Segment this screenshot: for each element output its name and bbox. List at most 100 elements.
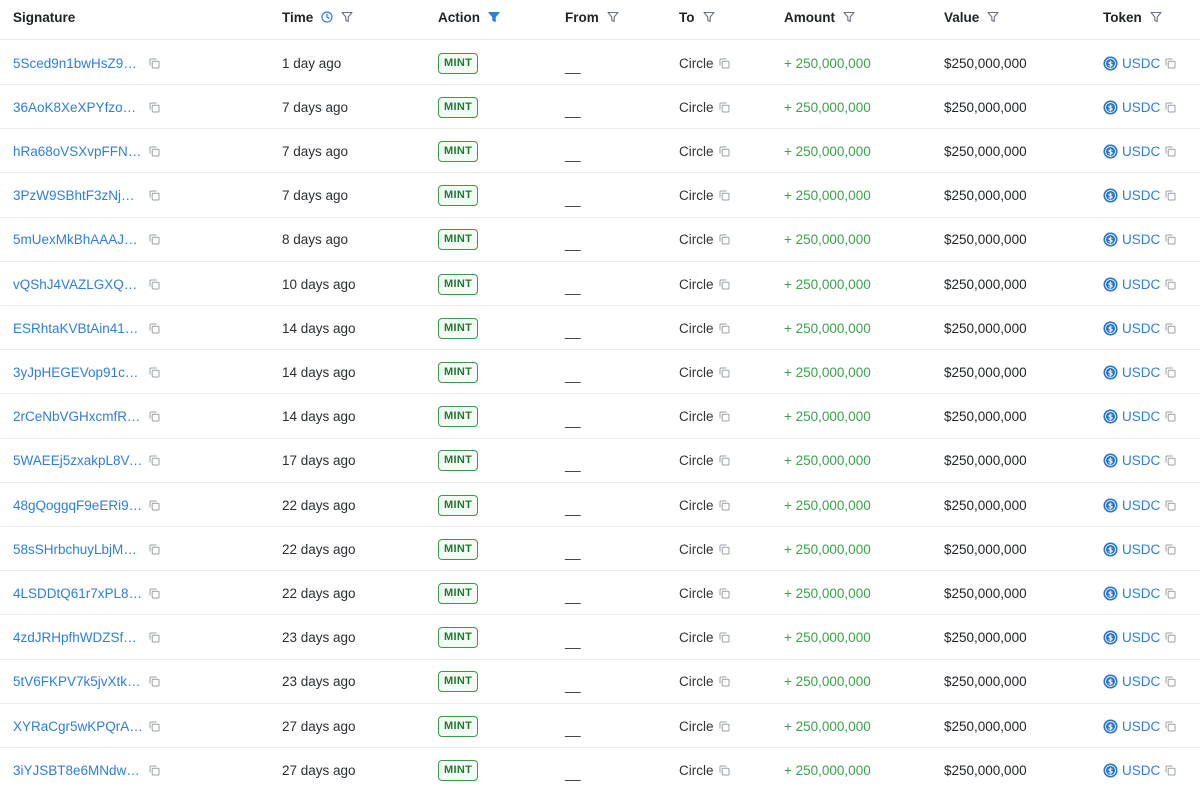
column-header-from[interactable]: From: [565, 0, 619, 34]
token-link[interactable]: USDC: [1122, 277, 1160, 292]
copy-icon[interactable]: [1165, 500, 1176, 511]
copy-icon[interactable]: [719, 632, 730, 643]
token-link[interactable]: USDC: [1122, 321, 1160, 336]
filter-icon[interactable]: [341, 11, 353, 23]
column-header-action[interactable]: Action: [438, 0, 500, 34]
token-link[interactable]: USDC: [1122, 674, 1160, 689]
token-link[interactable]: USDC: [1122, 365, 1160, 380]
column-header-time[interactable]: Time: [282, 0, 353, 34]
copy-icon[interactable]: [149, 58, 160, 69]
copy-icon[interactable]: [1165, 234, 1176, 245]
to-account[interactable]: Circle: [679, 453, 714, 468]
signature-link[interactable]: 3PzW9SBhtF3zNjwN…: [13, 188, 144, 203]
copy-icon[interactable]: [149, 367, 160, 378]
copy-icon[interactable]: [719, 411, 730, 422]
copy-icon[interactable]: [149, 234, 160, 245]
token-link[interactable]: USDC: [1122, 719, 1160, 734]
copy-icon[interactable]: [1165, 765, 1176, 776]
to-account[interactable]: Circle: [679, 674, 714, 689]
copy-icon[interactable]: [149, 632, 160, 643]
signature-link[interactable]: 4LSDDtQ61r7xPL8D…: [13, 586, 144, 601]
copy-icon[interactable]: [1165, 279, 1176, 290]
filter-icon[interactable]: [987, 11, 999, 23]
signature-link[interactable]: 5mUexMkBhAAAJqH…: [13, 232, 144, 247]
copy-icon[interactable]: [719, 721, 730, 732]
copy-icon[interactable]: [149, 190, 160, 201]
to-account[interactable]: Circle: [679, 188, 714, 203]
signature-link[interactable]: 5WAEEj5zxakpL8VeZ…: [13, 453, 144, 468]
copy-icon[interactable]: [719, 500, 730, 511]
token-link[interactable]: USDC: [1122, 498, 1160, 513]
copy-icon[interactable]: [719, 588, 730, 599]
to-account[interactable]: Circle: [679, 586, 714, 601]
copy-icon[interactable]: [1165, 676, 1176, 687]
to-account[interactable]: Circle: [679, 542, 714, 557]
signature-link[interactable]: vQShJ4VAZLGXQ8Z…: [13, 277, 144, 292]
signature-link[interactable]: 3yJpHEGEVop91cb2…: [13, 365, 144, 380]
filter-icon[interactable]: [607, 11, 619, 23]
copy-icon[interactable]: [719, 146, 730, 157]
to-account[interactable]: Circle: [679, 321, 714, 336]
copy-icon[interactable]: [149, 455, 160, 466]
copy-icon[interactable]: [1165, 102, 1176, 113]
clock-icon[interactable]: [321, 11, 333, 23]
filter-icon[interactable]: [1150, 11, 1162, 23]
copy-icon[interactable]: [1165, 323, 1176, 334]
column-header-to[interactable]: To: [679, 0, 715, 34]
copy-icon[interactable]: [149, 323, 160, 334]
signature-link[interactable]: 36AoK8XeXPYfzoQQ…: [13, 100, 144, 115]
copy-icon[interactable]: [149, 676, 160, 687]
token-link[interactable]: USDC: [1122, 188, 1160, 203]
to-account[interactable]: Circle: [679, 277, 714, 292]
copy-icon[interactable]: [1165, 367, 1176, 378]
signature-link[interactable]: hRa68oVSXvpFFNSx…: [13, 144, 144, 159]
to-account[interactable]: Circle: [679, 409, 714, 424]
filter-icon[interactable]: [702, 11, 715, 23]
token-link[interactable]: USDC: [1122, 232, 1160, 247]
copy-icon[interactable]: [719, 190, 730, 201]
copy-icon[interactable]: [1165, 58, 1176, 69]
copy-icon[interactable]: [1165, 588, 1176, 599]
copy-icon[interactable]: [149, 544, 160, 555]
to-account[interactable]: Circle: [679, 144, 714, 159]
token-link[interactable]: USDC: [1122, 144, 1160, 159]
to-account[interactable]: Circle: [679, 719, 714, 734]
copy-icon[interactable]: [149, 500, 160, 511]
copy-icon[interactable]: [1165, 455, 1176, 466]
copy-icon[interactable]: [1165, 146, 1176, 157]
copy-icon[interactable]: [719, 58, 730, 69]
copy-icon[interactable]: [149, 765, 160, 776]
filter-active-icon[interactable]: [488, 11, 500, 23]
signature-link[interactable]: 5tV6FKPV7k5jvXtkM…: [13, 674, 144, 689]
copy-icon[interactable]: [719, 102, 730, 113]
to-account[interactable]: Circle: [679, 100, 714, 115]
to-account[interactable]: Circle: [679, 232, 714, 247]
copy-icon[interactable]: [149, 721, 160, 732]
signature-link[interactable]: XYRaCgr5wKPQrAtk…: [13, 719, 144, 734]
copy-icon[interactable]: [719, 323, 730, 334]
copy-icon[interactable]: [719, 455, 730, 466]
column-header-amount[interactable]: Amount: [784, 0, 855, 34]
token-link[interactable]: USDC: [1122, 100, 1160, 115]
to-account[interactable]: Circle: [679, 365, 714, 380]
copy-icon[interactable]: [1165, 411, 1176, 422]
column-header-value[interactable]: Value: [944, 0, 999, 34]
copy-icon[interactable]: [1165, 544, 1176, 555]
token-link[interactable]: USDC: [1122, 542, 1160, 557]
to-account[interactable]: Circle: [679, 56, 714, 71]
copy-icon[interactable]: [1165, 190, 1176, 201]
column-header-signature[interactable]: Signature: [13, 0, 75, 34]
to-account[interactable]: Circle: [679, 498, 714, 513]
token-link[interactable]: USDC: [1122, 56, 1160, 71]
copy-icon[interactable]: [149, 279, 160, 290]
copy-icon[interactable]: [719, 676, 730, 687]
token-link[interactable]: USDC: [1122, 453, 1160, 468]
copy-icon[interactable]: [719, 367, 730, 378]
to-account[interactable]: Circle: [679, 630, 714, 645]
copy-icon[interactable]: [1165, 632, 1176, 643]
column-header-token[interactable]: Token: [1103, 0, 1162, 34]
token-link[interactable]: USDC: [1122, 409, 1160, 424]
signature-link[interactable]: ESRhtaKVBtAin41cD…: [13, 321, 144, 336]
signature-link[interactable]: 4zdJRHpfhWDZSfe1…: [13, 630, 144, 645]
filter-icon[interactable]: [843, 11, 855, 23]
